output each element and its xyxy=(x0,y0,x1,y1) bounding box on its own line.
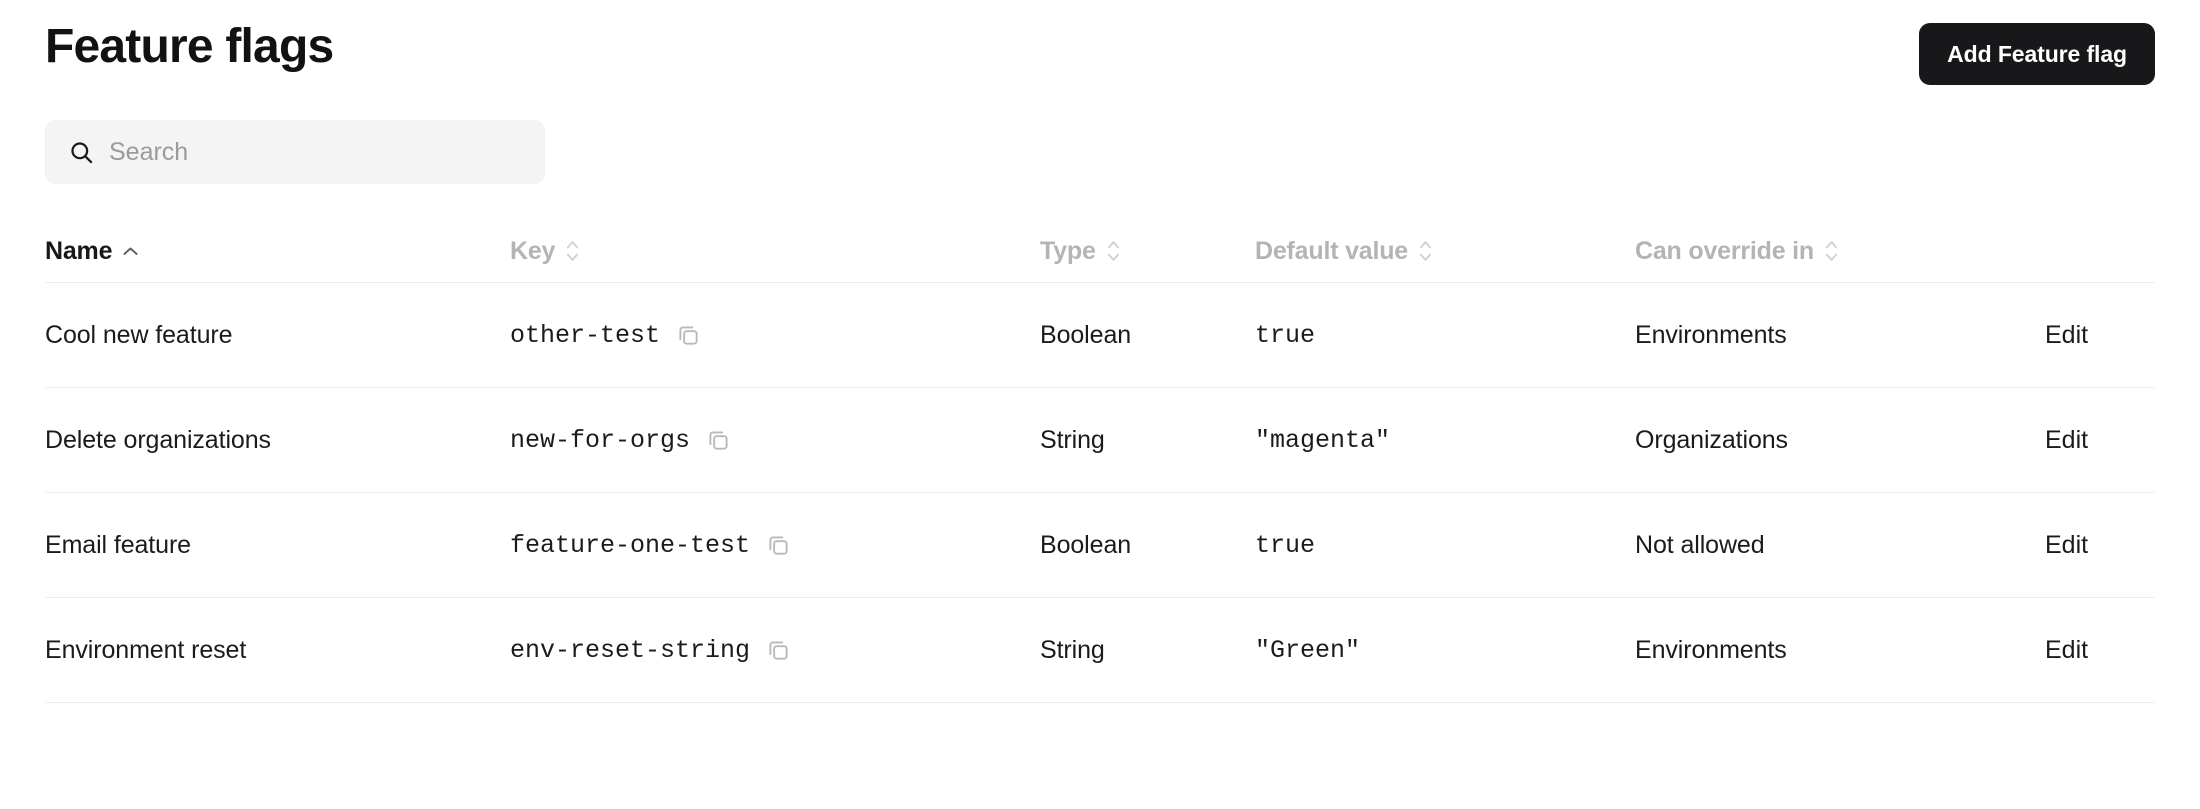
flag-can-override-in: Environments xyxy=(1635,320,1787,349)
column-header-name-label: Name xyxy=(45,236,113,265)
table-row[interactable]: Cool new feature other-test Boolean true… xyxy=(45,283,2155,388)
flag-name: Environment reset xyxy=(45,635,247,664)
copy-icon[interactable] xyxy=(676,323,701,348)
edit-link[interactable]: Edit xyxy=(2045,321,2088,349)
sort-asc-icon xyxy=(122,246,139,257)
flag-key-cell: other-test xyxy=(510,321,1040,350)
flag-default-value: true xyxy=(1255,320,1316,350)
flag-key-cell: feature-one-test xyxy=(510,531,1040,560)
flag-key-cell: env-reset-string xyxy=(510,636,1040,665)
flag-name: Email feature xyxy=(45,530,191,559)
flag-name: Delete organizations xyxy=(45,425,271,454)
table-row[interactable]: Email feature feature-one-test Boolean t… xyxy=(45,493,2155,598)
flag-default-value: true xyxy=(1255,530,1316,560)
flag-name: Cool new feature xyxy=(45,320,233,349)
column-header-key[interactable]: Key xyxy=(510,237,1040,266)
flag-key: env-reset-string xyxy=(510,635,751,665)
feature-flags-table: Name Key Type Default value Can override… xyxy=(45,220,2155,703)
flag-type: String xyxy=(1040,635,1105,664)
flag-can-override-in: Organizations xyxy=(1635,425,1788,454)
flag-can-override-in: Not allowed xyxy=(1635,530,1765,559)
copy-icon[interactable] xyxy=(766,533,791,558)
table-row[interactable]: Delete organizations new-for-orgs String… xyxy=(45,388,2155,493)
sort-none-icon xyxy=(1106,238,1121,264)
copy-icon[interactable] xyxy=(706,428,731,453)
flag-key: new-for-orgs xyxy=(510,425,691,455)
page-header: Feature flags Add Feature flag xyxy=(45,0,2155,96)
column-header-can-override-in[interactable]: Can override in xyxy=(1635,237,2045,266)
flag-key-cell: new-for-orgs xyxy=(510,426,1040,455)
copy-icon[interactable] xyxy=(766,638,791,663)
flag-key: feature-one-test xyxy=(510,530,751,560)
feature-flags-page: Feature flags Add Feature flag Name xyxy=(0,0,2200,809)
add-feature-flag-button[interactable]: Add Feature flag xyxy=(1919,23,2155,85)
flag-key: other-test xyxy=(510,320,661,350)
search-input[interactable] xyxy=(109,137,489,167)
flag-type: Boolean xyxy=(1040,530,1132,559)
edit-link[interactable]: Edit xyxy=(2045,426,2088,454)
flag-type: Boolean xyxy=(1040,320,1132,349)
search-icon xyxy=(68,139,95,166)
column-header-name[interactable]: Name xyxy=(45,237,510,266)
column-header-type[interactable]: Type xyxy=(1040,237,1255,266)
flag-default-value: "Green" xyxy=(1255,635,1361,665)
column-header-key-label: Key xyxy=(510,236,556,265)
column-header-can-override-in-label: Can override in xyxy=(1635,236,1814,265)
flag-default-value: "magenta" xyxy=(1255,425,1391,455)
sort-none-icon xyxy=(1824,238,1839,264)
sort-none-icon xyxy=(565,238,580,264)
flag-type: String xyxy=(1040,425,1105,454)
flag-can-override-in: Environments xyxy=(1635,635,1787,664)
page-title: Feature flags xyxy=(45,20,334,73)
column-header-default-value[interactable]: Default value xyxy=(1255,237,1635,266)
column-header-default-value-label: Default value xyxy=(1255,236,1409,265)
edit-link[interactable]: Edit xyxy=(2045,636,2088,664)
edit-link[interactable]: Edit xyxy=(2045,531,2088,559)
search-container xyxy=(45,120,545,184)
table-row[interactable]: Environment reset env-reset-string Strin… xyxy=(45,598,2155,703)
table-header-row: Name Key Type Default value Can override… xyxy=(45,220,2155,283)
column-header-type-label: Type xyxy=(1040,236,1096,265)
sort-none-icon xyxy=(1418,238,1433,264)
search-box[interactable] xyxy=(45,120,545,184)
